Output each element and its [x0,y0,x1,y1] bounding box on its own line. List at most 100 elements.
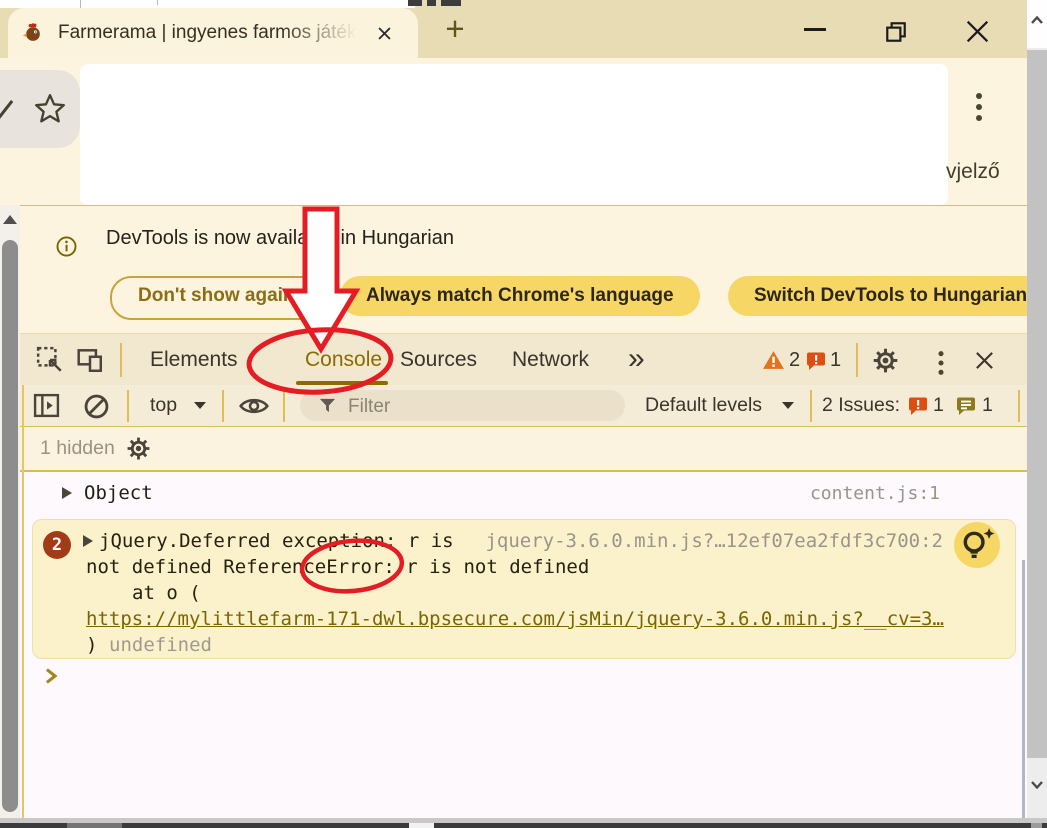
screen-edge-artifact [427,0,436,6]
bookmark-star-icon[interactable] [33,92,67,131]
divider [1018,390,1020,422]
new-tab-button[interactable]: + [438,12,472,46]
window-minimize-button[interactable] [804,28,826,31]
repeat-count-badge: 2 [43,531,71,559]
error-text-line2: not defined ReferenceError: r is not def… [86,554,589,580]
device-toolbar-icon[interactable] [76,346,104,379]
console-prompt-chevron-icon[interactable] [44,666,58,690]
divider [283,390,285,422]
taskbar-edge-segment [1031,823,1042,828]
hidden-messages-bar: 1 hidden [0,427,1047,472]
filter-input[interactable] [346,392,610,421]
eye-icon[interactable] [238,396,270,421]
divider [222,390,224,422]
screen-edge-artifact [157,0,158,5]
hidden-messages-label: 1 hidden [40,427,115,470]
divider [127,390,129,422]
filter-box[interactable] [300,390,625,421]
console-toolbar: top Default levels 2 Issues: [0,385,1047,427]
devtools-menu-kebab-icon[interactable] [938,347,943,379]
console-prompt-input[interactable] [64,662,964,688]
partial-icon-stroke [0,100,13,124]
left-scrollbar-thumb[interactable] [2,240,18,812]
issues-label[interactable]: 2 Issues: [822,385,900,427]
issue-message-bubble-icon[interactable] [956,396,976,421]
banner-message: DevTools is now available in Hungarian [106,227,454,250]
match-language-button[interactable]: Always match Chrome's language [340,276,700,316]
menu-label-fragment: vjelző [946,160,1000,184]
devtools-close-icon[interactable] [974,350,995,376]
log-source-link[interactable]: content.js:1 [810,483,940,504]
error-return-value: undefined [109,632,212,658]
tab-title: Farmerama | ingyenes farmos játék on [58,8,366,58]
tab-network[interactable]: Network [512,334,589,386]
console-left-border [22,385,24,818]
issue-message-count[interactable]: 1 [982,385,993,427]
scroll-up-button[interactable] [1027,0,1047,48]
more-tabs-chevron-icon[interactable]: » [628,334,642,386]
error-bubble-icon[interactable] [806,351,826,376]
taskbar-edge-segment [409,823,434,828]
issue-error-count[interactable]: 1 [933,385,944,427]
devtools-panel: DevTools is now available in Hungarian D… [0,205,1047,818]
chevron-down-icon [782,402,794,409]
screen: Farmerama | ingyenes farmos játék on + [0,0,1047,828]
expand-triangle-icon[interactable] [83,535,93,547]
log-value[interactable]: Object [84,482,153,504]
warning-triangle-icon[interactable] [762,350,785,375]
left-scrollbar[interactable] [0,205,20,818]
warning-count[interactable]: 2 [789,334,800,386]
omnibox[interactable] [80,64,948,205]
error-count[interactable]: 1 [830,334,841,386]
filter-funnel-icon [318,396,337,420]
error-text-line1: jQuery.Deferred exception: r is [99,528,454,554]
screen-edge-artifact [441,0,461,6]
console-sidebar-icon[interactable] [33,393,60,423]
taskbar-edge-segment [67,823,122,828]
ai-explain-lightbulb-button[interactable] [954,522,1000,568]
clear-console-icon[interactable] [83,393,110,425]
browser-tab-strip: Farmerama | ingyenes farmos játék on + [0,0,1047,58]
devtools-tabbar: Elements Console Sources Network » 2 1 [0,333,1047,385]
error-source-link[interactable]: jquery-3.6.0.min.js?…12ef07ea2fdf3c700:2 [485,528,943,554]
settings-gear-icon[interactable] [872,347,899,379]
tab-close-icon[interactable] [376,25,393,47]
bookmark-star-box[interactable] [0,70,80,148]
log-levels-label: Default levels [645,385,762,427]
window-close-icon[interactable] [964,18,991,50]
divider [856,343,858,377]
switch-language-button[interactable]: Switch DevTools to Hungarian [728,276,1047,316]
error-close-paren: ) [86,632,97,658]
console-log-row[interactable]: Object content.js:1 [20,472,1028,516]
screen-edge-artifact [408,0,422,6]
tab-console[interactable]: Console [305,334,382,386]
stack-url-link[interactable]: https://mylittlefarm-171-dwl.bpsecure.co… [86,606,944,632]
tab-sources[interactable]: Sources [400,334,477,386]
browser-toolbar: vjelző [0,58,1047,205]
expand-triangle-icon[interactable] [62,487,72,499]
right-scrollbar-thumb[interactable] [1027,50,1047,758]
console-right-border [1022,560,1025,818]
context-selector-label: top [150,385,177,427]
scroll-up-icon[interactable] [3,215,17,224]
info-icon [56,236,77,262]
screen-edge-artifact [0,0,415,8]
divider [810,390,812,422]
scroll-down-icon[interactable] [1030,780,1044,790]
right-scrollbar[interactable] [1027,0,1047,818]
inspect-element-icon[interactable] [36,346,64,379]
browser-tab-farmerama[interactable]: Farmerama | ingyenes farmos játék on [8,8,418,58]
dont-show-again-button[interactable]: Don't show again [110,276,323,320]
error-text-line3: at o ( [132,580,201,606]
browser-menu-kebab-icon[interactable] [976,88,982,126]
favicon-farmerama [22,22,44,49]
issue-error-bubble-icon[interactable] [908,396,928,421]
tab-elements[interactable]: Elements [150,334,238,386]
hidden-settings-gear-icon[interactable] [126,436,151,466]
divider [120,343,122,377]
window-restore-button[interactable] [884,20,908,49]
screen-edge-artifact [80,0,81,8]
console-error-row[interactable]: 2 jQuery.Deferred exception: r is jquery… [32,519,1016,659]
console-output: Object content.js:1 2 jQuery.Deferred ex… [20,472,1028,818]
chevron-down-icon [194,402,206,409]
